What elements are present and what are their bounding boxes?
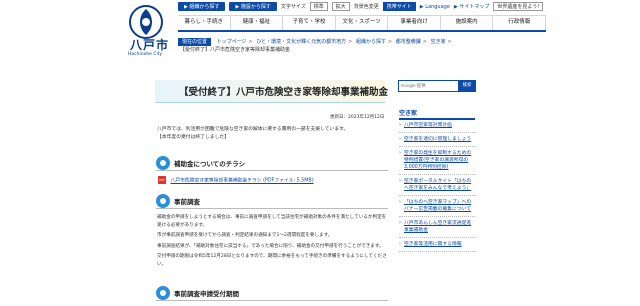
- page-title-banner: 【受付終了】八戸市危険空き家等除却事業補助金: [155, 80, 389, 103]
- nav-facilities[interactable]: 施設案内: [441, 16, 494, 30]
- breadcrumb-item[interactable]: ひと・環境・文化が輝く元気の都市地方: [256, 39, 346, 45]
- intro-text: 八戸市では、利活用が困難で危険な空き家の解体に要する費用の一部を支援しています。…: [157, 126, 387, 142]
- utility-bar: ▶ 組織から探す ▶ 施設から探す 文字サイズ 標準 拡大 背景色変更 携帯サイ…: [178, 2, 544, 11]
- leaflet-pdf-link[interactable]: 八戸市危険空き家等除却事業補助金チラシ (PDFファイル: 5.5MB): [171, 179, 314, 184]
- heading-bullet-icon: [156, 156, 170, 170]
- section-heading-leaflet: 補助金についてのチラシ: [156, 156, 388, 171]
- font-size-large-button[interactable]: 拡大: [331, 2, 350, 11]
- heading-bullet-icon: [156, 286, 170, 300]
- breadcrumb-home[interactable]: トップページ: [217, 39, 247, 45]
- nav-living[interactable]: 暮らし・手続き: [178, 16, 231, 30]
- page-title: 【受付終了】八戸市危険空き家等除却事業補助金: [179, 87, 389, 98]
- pdf-download: PDF 八戸市危険空き家等除却事業補助金チラシ (PDFファイル: 5.5MB): [158, 176, 314, 184]
- site-logo-english: Hachinohe City: [128, 52, 163, 57]
- side-menu-item[interactable]: 八戸市あんしん空き家流通促進事業補助金: [399, 220, 475, 238]
- paragraph: 補助金の申請をしようとする場合は、事前に調査申請をして当該住宅が補助対象の条件を…: [157, 215, 387, 228]
- section-heading-text: 事前調査申請受付期間: [174, 290, 239, 298]
- breadcrumb-item[interactable]: 空き家: [431, 39, 446, 45]
- intro-paragraph: 八戸市では、利活用が困難で危険な空き家の解体に要する費用の一部を支援しています。: [157, 127, 349, 132]
- sitemap-link[interactable]: ▶ サイトマップ: [454, 3, 489, 10]
- side-menu: 八戸市空家等対策計画 空き家を適切に管理しましょう 空き家の発生を抑制するための…: [399, 122, 475, 255]
- global-nav: 暮らし・手続き 健康・福祉 子育て・学校 文化・スポーツ 事業者向け 施設案内 …: [178, 15, 547, 32]
- closed-notice: 【本年度の受付は終了しました】: [157, 135, 229, 140]
- section-heading-preliminary: 事前調査: [156, 194, 388, 209]
- side-menu-item[interactable]: 空き家ポータルサイト「はちのへ空き家をみんなで考えよう」: [399, 178, 475, 196]
- side-menu-item[interactable]: 空き家の発生を抑制するための特例措置(空き家の譲渡所得の3,000万円特別控除): [399, 150, 475, 175]
- breadcrumb-current: 【受付終了】八戸市危険空き家等除却事業補助金: [180, 47, 291, 53]
- font-size-label: 文字サイズ: [280, 4, 306, 10]
- preliminary-text: 補助金の申請をしようとする場合は、事前に調査申請をして当該住宅が補助対象の条件を…: [157, 214, 389, 268]
- nav-culture[interactable]: 文化・スポーツ: [336, 16, 389, 30]
- side-menu-item[interactable]: 八戸市空家等対策計画: [399, 122, 475, 133]
- section-heading-text: 事前調査: [174, 198, 200, 206]
- heading-bullet-icon: [156, 194, 170, 208]
- page: 八戸市 Hachinohe City ▶ 組織から探す ▶ 施設から探す 文字サ…: [0, 0, 640, 306]
- section-heading-application-period: 事前調査申請受付期間: [156, 286, 388, 301]
- search-button[interactable]: 検索: [458, 80, 476, 92]
- world-heritage-banner[interactable]: 世界遺産を見よう!: [493, 2, 544, 11]
- site-search: 検索: [398, 80, 476, 92]
- breadcrumb-here-label: 現在の位置: [178, 38, 212, 46]
- side-menu-item[interactable]: 「はちのへ空き家マップ」へのバナー広告掲載の募集について: [399, 199, 475, 217]
- paragraph: 市が事前調査申請を受けてから調査・判定結果の通知まで1～2週間程度を要します。: [157, 233, 333, 238]
- nav-government[interactable]: 行政情報: [493, 16, 547, 30]
- nav-business[interactable]: 事業者向け: [388, 16, 441, 30]
- side-menu-item[interactable]: 空き家等活用に関する情報: [399, 241, 475, 252]
- side-menu-item[interactable]: 空き家を適切に管理しましょう: [399, 136, 475, 147]
- breadcrumb: 現在の位置 トップページ > ひと・環境・文化が輝く元気の都市地方 > 組織から探す…: [178, 38, 538, 54]
- language-link[interactable]: ▶ Language: [420, 4, 450, 10]
- nav-childcare[interactable]: 子育て・学校: [283, 16, 336, 30]
- paragraph: 交付申請の期限は令和5年12月28日となりますので、期間に余裕をもって手続きの準…: [157, 254, 387, 267]
- paragraph: 事前調査結果が、「補助対象住宅に該当する」であった場合に限り、補助金の交付申請を…: [157, 243, 384, 249]
- mobile-site-button[interactable]: 携帯サイト: [382, 2, 416, 11]
- updated-date: 更新日：2023年12月12日: [330, 115, 385, 120]
- background-color-label: 背景色変更: [353, 4, 379, 10]
- site-logo-text[interactable]: 八戸市: [130, 36, 169, 53]
- pdf-file-icon: PDF: [158, 176, 166, 184]
- breadcrumb-item[interactable]: 都市整備課: [396, 39, 421, 45]
- find-by-facility-button[interactable]: ▶ 施設から探す: [229, 2, 277, 11]
- search-input[interactable]: [401, 82, 453, 89]
- section-heading-text: 補助金についてのチラシ: [174, 160, 246, 168]
- city-emblem-icon[interactable]: [128, 4, 164, 40]
- font-size-standard-button[interactable]: 標準: [309, 2, 328, 11]
- nav-health[interactable]: 健康・福祉: [231, 16, 284, 30]
- find-by-organization-button[interactable]: ▶ 組織から探す: [178, 2, 226, 11]
- side-menu-title[interactable]: 空き家: [399, 108, 475, 120]
- breadcrumb-item[interactable]: 組織から探す: [356, 39, 386, 45]
